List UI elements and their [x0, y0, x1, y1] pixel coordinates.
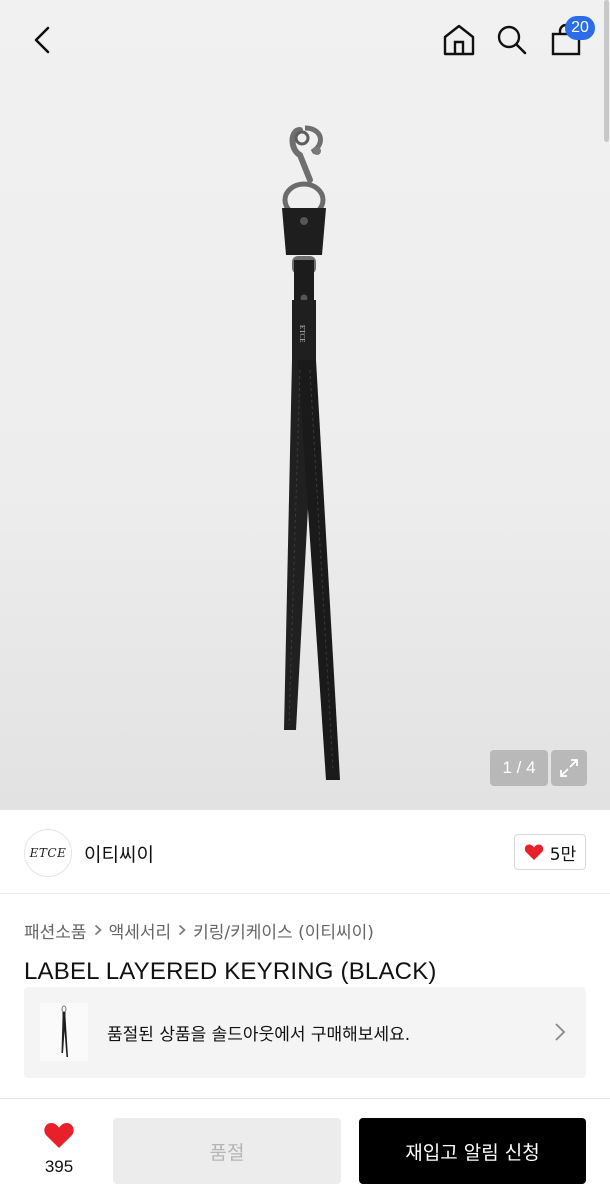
- chevron-right-icon: [94, 924, 102, 936]
- breadcrumb: 패션소품 액세서리 키링/키케이스 (이티씨이): [24, 918, 374, 943]
- banner-product-thumbnail: [40, 1003, 88, 1061]
- brand-name[interactable]: 이티씨이: [84, 840, 154, 867]
- breadcrumb-item[interactable]: 패션소품: [24, 918, 87, 943]
- brand-row: ETCE 이티씨이 5만: [0, 810, 610, 894]
- chevron-right-icon: [178, 924, 186, 936]
- heart-icon: [44, 1123, 74, 1148]
- brand-like-count: 5만: [549, 844, 577, 865]
- wishlist-count: 395: [44, 1157, 74, 1176]
- product-title: LABEL LAYERED KEYRING (BLACK): [24, 958, 437, 985]
- brand-like-button[interactable]: 5만: [514, 834, 586, 870]
- heart-icon: [524, 844, 543, 860]
- expand-button[interactable]: [551, 750, 587, 786]
- expand-icon: [560, 759, 578, 777]
- wishlist-button[interactable]: 395: [34, 1121, 84, 1177]
- product-image: ETCE: [282, 125, 340, 780]
- top-nav-bar: 20: [0, 0, 610, 80]
- chevron-right-icon: [555, 1023, 566, 1041]
- cart-count-badge: 20: [565, 16, 595, 40]
- svg-text:ETCE: ETCE: [298, 325, 306, 343]
- brand-logo[interactable]: ETCE: [24, 829, 72, 877]
- soldout-button: 품절: [113, 1118, 341, 1184]
- soldout-banner-text: 품절된 상품을 솔드아웃에서 구매해보세요.: [107, 1025, 411, 1045]
- cart-button[interactable]: 20: [546, 16, 595, 60]
- restock-alert-button[interactable]: 재입고 알림 신청: [359, 1118, 586, 1184]
- brand-logo-text: ETCE: [29, 846, 67, 860]
- product-gallery[interactable]: 20 ETCE 1 / 4: [0, 0, 610, 810]
- chevron-left-icon: [34, 26, 50, 54]
- home-button[interactable]: [439, 20, 479, 60]
- home-icon: [443, 24, 475, 56]
- search-icon: [497, 25, 527, 55]
- image-counter: 1 / 4: [490, 750, 548, 786]
- soldout-banner[interactable]: 품절된 상품을 솔드아웃에서 구매해보세요.: [24, 987, 586, 1078]
- back-button[interactable]: [22, 20, 62, 60]
- breadcrumb-item[interactable]: 키링/키케이스 (이티씨이): [193, 918, 374, 943]
- bottom-action-bar: 395 품절 재입고 알림 신청: [0, 1098, 610, 1200]
- search-button[interactable]: [492, 20, 532, 60]
- breadcrumb-item[interactable]: 액세서리: [109, 918, 172, 943]
